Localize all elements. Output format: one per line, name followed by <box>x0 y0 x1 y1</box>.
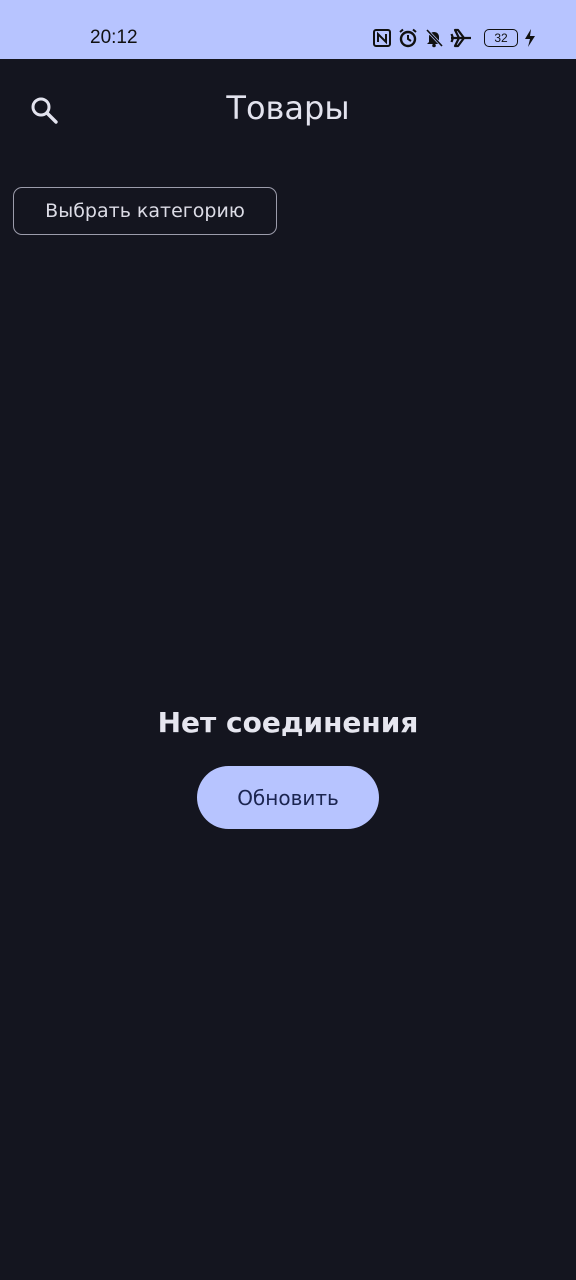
bell-off-icon <box>424 28 444 48</box>
nfc-icon <box>372 28 392 48</box>
airplane-icon <box>450 28 472 48</box>
page-title: Товары <box>226 89 350 127</box>
battery-icon: 32 <box>484 29 518 47</box>
charging-icon <box>524 28 536 48</box>
refresh-button[interactable]: Обновить <box>197 766 379 829</box>
select-category-button[interactable]: Выбрать категорию <box>13 187 277 235</box>
alarm-icon <box>398 28 418 48</box>
status-time: 20:12 <box>90 27 138 48</box>
status-icons: 32 <box>372 28 536 48</box>
no-connection-message: Нет соединения <box>157 706 419 739</box>
status-bar: 20:12 32 <box>0 0 576 59</box>
app-bar: Товары <box>0 59 576 161</box>
